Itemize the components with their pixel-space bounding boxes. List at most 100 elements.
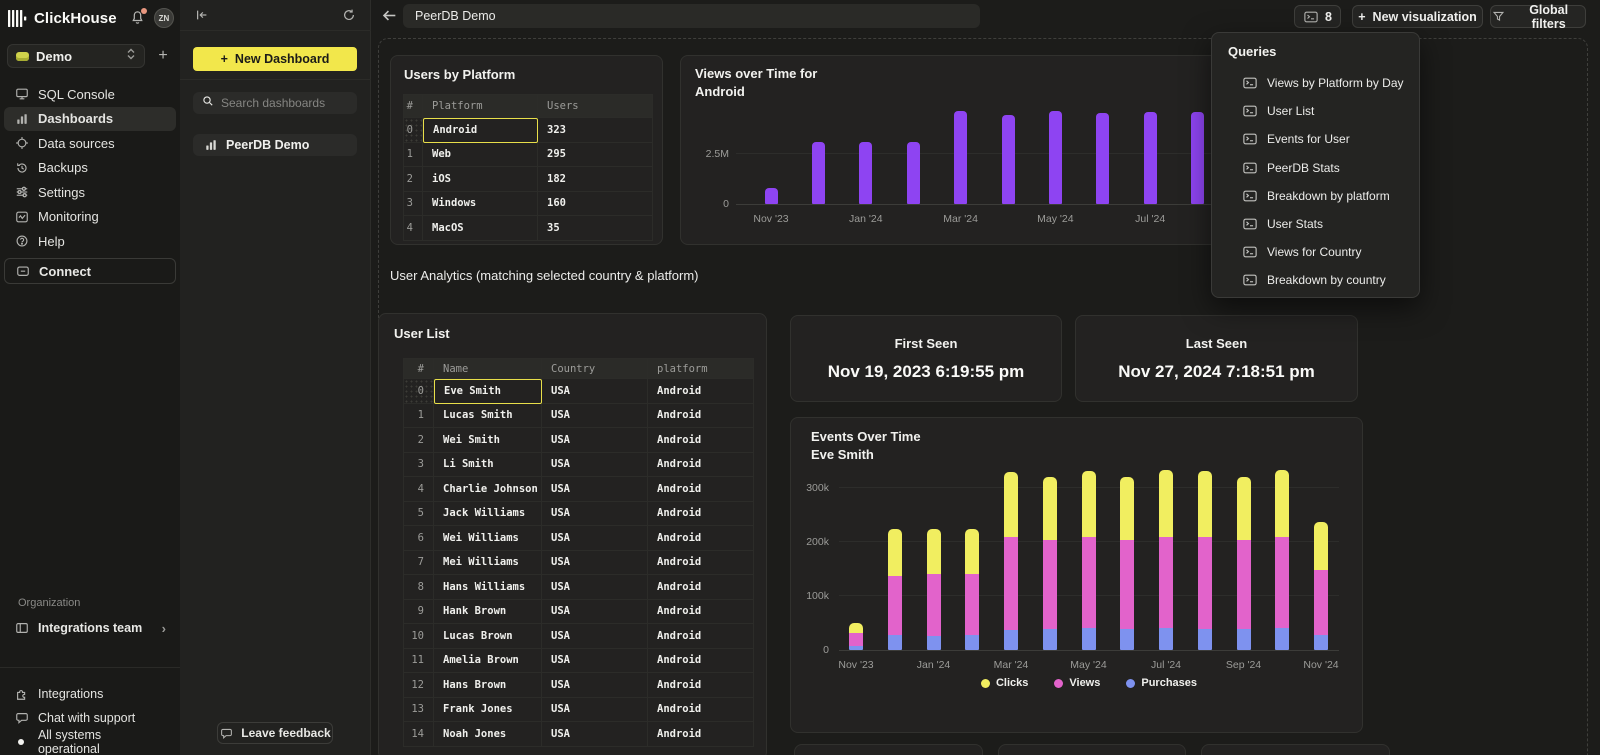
back-arrow-icon[interactable] xyxy=(381,7,399,25)
footer-item-chat-with-support[interactable]: Chat with support xyxy=(4,706,176,730)
table-cell[interactable]: Android xyxy=(648,575,754,600)
table-cell[interactable]: Android xyxy=(648,428,754,453)
queries-count-button[interactable]: 8 xyxy=(1294,5,1341,28)
table-cell[interactable]: 160 xyxy=(538,192,653,217)
connect-button[interactable]: Connect xyxy=(4,258,176,284)
legend-item-clicks[interactable]: Clicks xyxy=(981,677,1028,689)
add-workspace-button[interactable]: + xyxy=(153,46,173,66)
legend-item-views[interactable]: Views xyxy=(1054,677,1100,689)
refresh-icon[interactable] xyxy=(341,7,357,23)
table-cell[interactable]: 295 xyxy=(538,143,653,168)
table-cell[interactable]: Wei Williams xyxy=(434,526,542,551)
table-cell[interactable]: Wei Smith xyxy=(434,428,542,453)
table-cell[interactable]: Android xyxy=(648,698,754,723)
events-over-time-card: Events Over Time Eve Smith 0100k200k300k… xyxy=(790,417,1363,733)
workspace-select[interactable]: Demo xyxy=(7,44,145,68)
table-cell[interactable]: Li Smith xyxy=(434,453,542,478)
table-cell[interactable]: Hans Williams xyxy=(434,575,542,600)
table-cell[interactable]: USA xyxy=(542,698,648,723)
legend-item-purchases[interactable]: Purchases xyxy=(1126,677,1197,689)
table-cell[interactable]: Android xyxy=(648,453,754,478)
search-input[interactable] xyxy=(221,96,348,110)
query-item-views-for-country[interactable]: Views for Country xyxy=(1212,238,1421,266)
table-cell[interactable]: USA xyxy=(542,624,648,649)
table-cell[interactable]: 323 xyxy=(538,118,653,143)
table-cell[interactable]: USA xyxy=(542,477,648,502)
new-visualization-label: New visualization xyxy=(1373,10,1477,24)
dashboard-search[interactable] xyxy=(193,92,357,114)
table-row: 12Hans BrownUSAAndroid xyxy=(403,673,754,698)
table-cell[interactable]: Android xyxy=(648,379,754,404)
sidebar-item-settings[interactable]: Settings xyxy=(4,180,176,205)
table-cell[interactable]: Android xyxy=(648,673,754,698)
sidebar-item-sql-console[interactable]: SQL Console xyxy=(4,82,176,107)
table-cell[interactable]: Mei Williams xyxy=(434,551,542,576)
sidebar-item-data-sources[interactable]: Data sources xyxy=(4,131,176,156)
table-cell[interactable]: Amelia Brown xyxy=(434,649,542,674)
footer-item-integrations[interactable]: Integrations xyxy=(4,682,176,706)
table-cell[interactable]: Noah Jones xyxy=(434,722,542,747)
table-cell[interactable]: USA xyxy=(542,379,648,404)
table-cell[interactable]: 35 xyxy=(538,216,653,241)
table-cell[interactable]: Android xyxy=(423,118,538,143)
query-item-user-stats[interactable]: User Stats xyxy=(1212,210,1421,238)
table-cell[interactable]: Lucas Smith xyxy=(434,404,542,429)
table-cell[interactable]: Lucas Brown xyxy=(434,624,542,649)
query-item-breakdown-by-country[interactable]: Breakdown by country xyxy=(1212,266,1421,294)
table-cell[interactable]: Frank Jones xyxy=(434,698,542,723)
table-cell[interactable]: Android xyxy=(648,649,754,674)
table-cell[interactable]: USA xyxy=(542,404,648,429)
table-cell[interactable]: USA xyxy=(542,575,648,600)
collapse-panel-icon[interactable] xyxy=(194,7,210,23)
sidebar-item-backups[interactable]: Backups xyxy=(4,156,176,181)
table-cell[interactable]: Android xyxy=(648,477,754,502)
query-item-peerdb-stats[interactable]: PeerDB Stats xyxy=(1212,154,1421,182)
table-cell[interactable]: Charlie Johnson xyxy=(434,477,542,502)
table-cell[interactable]: USA xyxy=(542,453,648,478)
query-item-events-for-user[interactable]: Events for User xyxy=(1212,125,1421,153)
connect-icon xyxy=(15,264,30,279)
notifications-bell-icon[interactable] xyxy=(130,10,146,26)
table-cell[interactable]: Windows xyxy=(423,192,538,217)
query-item-breakdown-by-platform[interactable]: Breakdown by platform xyxy=(1212,182,1421,210)
table-cell[interactable]: USA xyxy=(542,428,648,453)
avatar[interactable]: ZN xyxy=(154,8,174,28)
table-cell[interactable]: Hank Brown xyxy=(434,600,542,625)
sidebar-item-integrations-team[interactable]: Integrations team › xyxy=(4,616,176,640)
table-cell[interactable]: Hans Brown xyxy=(434,673,542,698)
table-cell[interactable]: Android xyxy=(648,404,754,429)
dashboard-item-peerdb-demo[interactable]: PeerDB Demo xyxy=(193,134,357,156)
table-cell[interactable]: Android xyxy=(648,624,754,649)
query-item-user-list[interactable]: User List xyxy=(1212,97,1421,125)
global-filters-button[interactable]: Global filters xyxy=(1490,5,1586,28)
table-cell[interactable]: Android xyxy=(648,551,754,576)
table-cell[interactable]: USA xyxy=(542,649,648,674)
table-cell[interactable]: Web xyxy=(423,143,538,168)
table-cell[interactable]: MacOS xyxy=(423,216,538,241)
plus-icon: + xyxy=(1358,10,1365,24)
table-cell[interactable]: Android xyxy=(648,526,754,551)
query-item-views-by-platform-by-day[interactable]: Views by Platform by Day xyxy=(1212,69,1421,97)
new-visualization-button[interactable]: + New visualization xyxy=(1352,5,1483,28)
table-cell[interactable]: Android xyxy=(648,502,754,527)
bar-segment-views xyxy=(927,574,941,636)
table-cell[interactable]: USA xyxy=(542,526,648,551)
sidebar-item-help[interactable]: Help xyxy=(4,229,176,254)
dashboard-title-input[interactable] xyxy=(403,4,980,28)
table-cell[interactable]: USA xyxy=(542,600,648,625)
table-cell[interactable]: USA xyxy=(542,551,648,576)
table-cell[interactable]: USA xyxy=(542,502,648,527)
sidebar-item-monitoring[interactable]: Monitoring xyxy=(4,205,176,230)
table-cell[interactable]: iOS xyxy=(423,167,538,192)
table-cell[interactable]: USA xyxy=(542,673,648,698)
table-cell[interactable]: Android xyxy=(648,722,754,747)
table-cell[interactable]: Eve Smith xyxy=(434,379,542,404)
footer-item-all-systems-operational[interactable]: All systems operational xyxy=(4,730,176,754)
table-cell[interactable]: Jack Williams xyxy=(434,502,542,527)
table-cell[interactable]: 182 xyxy=(538,167,653,192)
leave-feedback-button[interactable]: Leave feedback xyxy=(217,722,333,744)
new-dashboard-button[interactable]: + New Dashboard xyxy=(193,47,357,71)
table-cell[interactable]: Android xyxy=(648,600,754,625)
sidebar-item-dashboards[interactable]: Dashboards xyxy=(4,107,176,132)
table-cell[interactable]: USA xyxy=(542,722,648,747)
